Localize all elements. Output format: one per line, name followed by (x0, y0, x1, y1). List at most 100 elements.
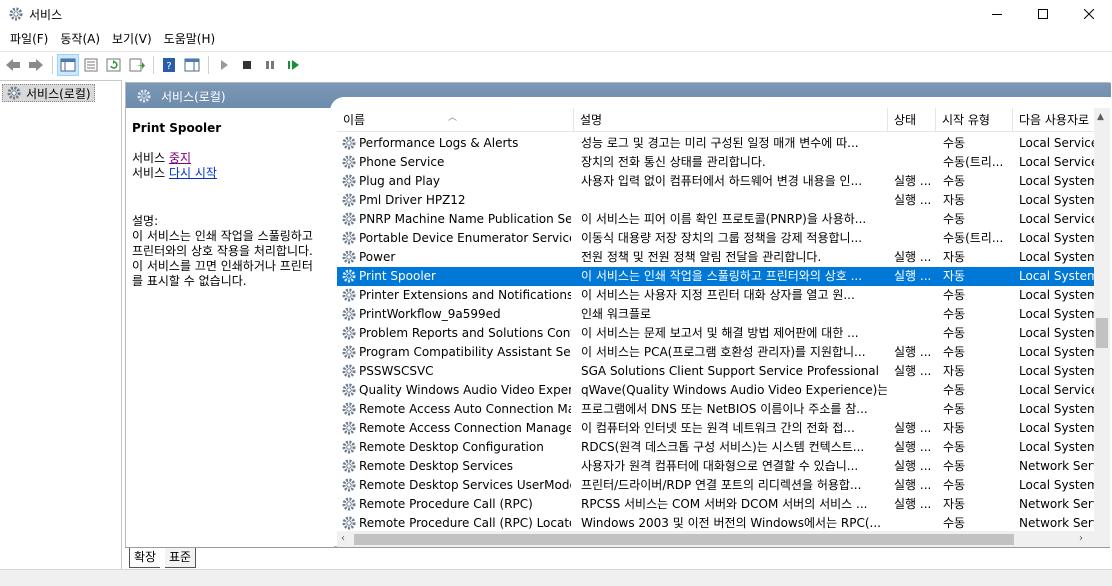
service-status: 실행 ... (894, 250, 932, 264)
service-row[interactable]: Remote Desktop Services UserMode ... 프린터/… (337, 476, 1094, 495)
service-logon-as: Local System (1019, 478, 1094, 492)
service-row[interactable]: Remote Desktop Services 사용자가 원격 컴퓨터에 대화형으… (337, 457, 1094, 476)
start-service-button[interactable] (213, 54, 235, 76)
gear-icon (342, 174, 356, 188)
service-description: 이 컴퓨터와 인터넷 또는 원격 네트워크 간의 전화 접... (581, 421, 855, 435)
export-list-button[interactable] (126, 54, 148, 76)
tree-item-services-local[interactable]: 서비스(로컬) (2, 84, 95, 102)
restart-service-link[interactable]: 다시 시작 (169, 166, 217, 180)
refresh-button[interactable] (103, 54, 125, 76)
service-startup-type: 수동 (943, 212, 966, 226)
show-hide-console-tree-button[interactable] (57, 54, 79, 76)
vertical-scroll-thumb[interactable] (1096, 318, 1108, 348)
service-row[interactable]: Pml Driver HPZ12 실행 ... 자동 Local System (337, 191, 1094, 210)
scroll-left-icon[interactable]: ‹ (341, 533, 345, 544)
column-header-startup-label: 시작 유형 (942, 113, 990, 127)
refresh-icon (106, 58, 121, 72)
service-logon-as: Network Serv (1019, 459, 1094, 473)
scroll-right-icon[interactable]: › (1079, 533, 1083, 544)
service-row[interactable]: Remote Access Connection Manager 이 컴퓨터와 인… (337, 419, 1094, 438)
service-row[interactable]: PrintWorkflow_9a599ed 인쇄 워크플로 수동 Local Syst… (337, 305, 1094, 324)
pause-service-button[interactable] (259, 54, 281, 76)
service-row[interactable]: Performance Logs & Alerts 성능 로그 및 경고는 미리 … (337, 134, 1094, 153)
service-description: 이 서비스는 문제 보고서 및 해결 방법 제어판에 대한 ... (581, 326, 859, 340)
service-status: 실행 ... (894, 459, 932, 473)
service-startup-type: 자동 (943, 497, 966, 511)
service-row[interactable]: Remote Procedure Call (RPC) RPCSS 서비스는 CO… (337, 495, 1094, 514)
service-row[interactable]: PNRP Machine Name Publication Ser... 이 서비… (337, 210, 1094, 229)
service-row[interactable]: Problem Reports and Solutions Contr... 이 … (337, 324, 1094, 343)
service-status (894, 229, 934, 248)
menu-view[interactable]: 보기(V) (106, 28, 158, 50)
forward-button[interactable] (25, 54, 47, 76)
service-startup-type: 수동 (943, 402, 966, 416)
properties-view-button[interactable] (80, 54, 102, 76)
column-header-status[interactable]: 상태 (888, 108, 936, 132)
service-name: Problem Reports and Solutions Contr... (359, 326, 571, 340)
service-row[interactable]: Remote Desktop Configuration RDCS(원격 데스크톱… (337, 438, 1094, 457)
service-row[interactable]: Phone Service 장치의 전화 통신 상태를 관리합니다. 수동(트리..… (337, 153, 1094, 172)
service-row[interactable]: PSSWSCSVC SGA Solutions Client Support Se… (337, 362, 1094, 381)
service-icon-cell (341, 135, 357, 152)
maximize-button[interactable] (1020, 0, 1066, 28)
gear-icon (342, 459, 356, 473)
service-row[interactable]: Printer Extensions and Notifications 이 서비… (337, 286, 1094, 305)
console-tree: 서비스(로컬) (0, 80, 122, 570)
service-logon-as: Local System (1019, 231, 1094, 245)
column-header-startup-type[interactable]: 시작 유형 (936, 108, 1013, 132)
minimize-button[interactable] (974, 0, 1020, 28)
play-icon (221, 60, 228, 70)
pause-icon (266, 61, 274, 69)
scroll-up-icon[interactable]: ▲ (1097, 112, 1104, 122)
service-row[interactable]: Print Spooler 이 서비스는 인쇄 작업을 스풀링하고 프린터와의 상… (337, 267, 1094, 286)
close-button[interactable] (1066, 0, 1112, 28)
description-pane: Print Spooler 서비스 중지 서비스 다시 시작 설명: 이 서비스… (126, 108, 334, 548)
service-startup-type: 자동 (943, 193, 966, 207)
service-startup-type: 수동 (943, 440, 966, 454)
selected-service-name: Print Spooler (132, 121, 222, 135)
vertical-scrollbar[interactable]: ▲ (1094, 108, 1110, 531)
service-description: 사용자 입력 없이 컴퓨터에서 하드웨어 변경 내용을 인... (581, 174, 863, 188)
service-logon-as: Local System (1019, 250, 1094, 264)
service-row[interactable]: Power 전원 정책 및 전원 정책 알림 전달을 관리합니다. 실행 ... 자동… (337, 248, 1094, 267)
show-action-pane-button[interactable] (181, 54, 203, 76)
tab-extended[interactable]: 확장 (129, 548, 161, 568)
service-description: 이동식 대용량 저장 장치의 그룹 정책을 강제 적용합니... (581, 231, 863, 245)
service-row[interactable]: Remote Access Auto Connection Ma... 프로그램에… (337, 400, 1094, 419)
column-header-description[interactable]: 설명 (574, 108, 888, 132)
back-button[interactable] (2, 54, 24, 76)
service-logon-as: Local System (1019, 269, 1094, 283)
menu-help[interactable]: 도움말(H) (158, 28, 222, 50)
service-name: Remote Access Auto Connection Ma... (359, 402, 571, 416)
tab-standard[interactable]: 표준 (165, 548, 197, 568)
service-row[interactable]: Program Compatibility Assistant Servi...… (337, 343, 1094, 362)
restart-service-button[interactable] (282, 54, 304, 76)
menu-file[interactable]: 파일(F) (4, 28, 54, 50)
service-icon-cell (341, 211, 357, 228)
service-row[interactable]: Portable Device Enumerator Service 이동식 대용… (337, 229, 1094, 248)
column-header-description-label: 설명 (580, 113, 603, 127)
service-description: 사용자가 원격 컴퓨터에 대화형으로 연결할 수 있습니... (581, 459, 859, 473)
service-name: Power (359, 250, 396, 264)
stop-service-button[interactable] (236, 54, 258, 76)
horizontal-scroll-thumb[interactable] (354, 534, 1014, 545)
gear-icon (342, 193, 356, 207)
horizontal-scrollbar[interactable]: ‹ › (337, 531, 1094, 548)
service-name: Plug and Play (359, 174, 441, 188)
service-startup-type: 수동 (943, 383, 966, 397)
menu-action[interactable]: 동작(A) (54, 28, 106, 50)
service-status: 실행 ... (894, 497, 932, 511)
service-description: 이 서비스는 피어 이름 확인 프로토콜(PNRP)을 사용하... (581, 212, 867, 226)
gear-icon (342, 136, 356, 150)
service-row[interactable]: Plug and Play 사용자 입력 없이 컴퓨터에서 하드웨어 변경 내용을… (337, 172, 1094, 191)
column-header-name-label: 이름 (343, 113, 366, 127)
sort-ascending-icon: ︿ (448, 113, 458, 123)
service-row[interactable]: Quality Windows Audio Video Experie... qW… (337, 381, 1094, 400)
stop-service-link[interactable]: 중지 (169, 151, 191, 165)
help-button[interactable]: ? (158, 54, 180, 76)
service-status: 실행 ... (894, 174, 932, 188)
stop-line: 서비스 중지 (132, 151, 328, 166)
column-header-name[interactable]: ︿ 이름 (337, 108, 574, 132)
service-icon-cell (341, 230, 357, 247)
gear-icon (342, 250, 356, 264)
